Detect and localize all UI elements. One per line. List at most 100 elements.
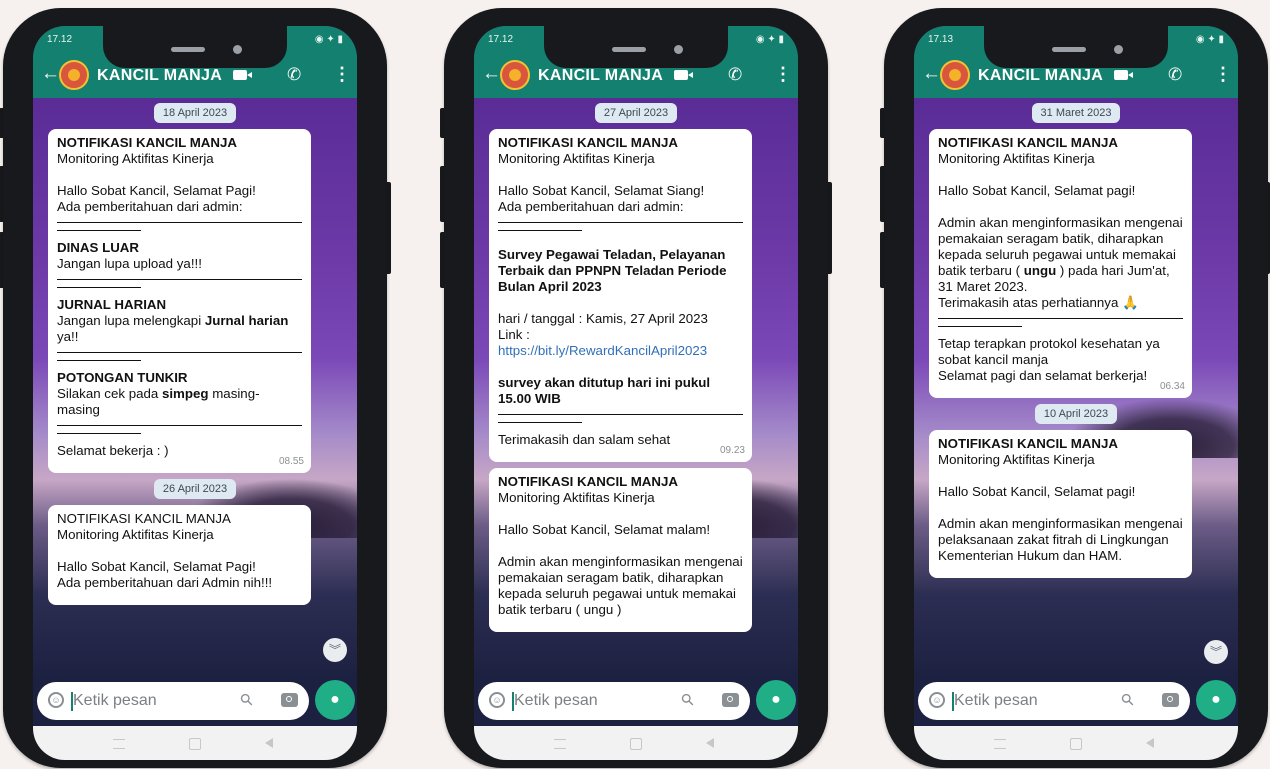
notch (103, 26, 287, 68)
message-list: 27 April 2023 NOTIFIKASI KANCIL MANJA Mo… (474, 98, 798, 638)
attach-icon[interactable]: ⚲ (236, 689, 258, 711)
message-bubble[interactable]: NOTIFIKASI KANCIL MANJA Monitoring Aktif… (489, 468, 752, 632)
message-date-line: hari / tanggal : Kamis, 27 April 2023 (498, 311, 708, 326)
message-list: 18 April 2023 NOTIFIKASI KANCIL MANJA Mo… (33, 98, 357, 611)
chat-area[interactable]: 18 April 2023 NOTIFIKASI KANCIL MANJA Mo… (33, 98, 357, 676)
nav-home-icon[interactable] (630, 738, 642, 750)
scroll-down-icon[interactable]: ︾ (323, 638, 347, 662)
phone-call-icon[interactable]: ✆ (728, 65, 742, 85)
message-bubble[interactable]: NOTIFIKASI KANCIL MANJA Monitoring Aktif… (929, 129, 1192, 398)
phone-3: 17.13 ◉ ✦ ▮ ← KANCIL MANJA ✆ ⋮ 31 Maret … (880, 8, 1270, 768)
avatar[interactable] (940, 60, 970, 90)
more-options-icon[interactable]: ⋮ (333, 64, 351, 85)
survey-link-anchor[interactable]: https://bit.ly/RewardKancilApril2023 (498, 343, 707, 358)
section-heading: DINAS LUAR (57, 240, 139, 255)
divider (938, 326, 1022, 327)
phone-1: 17.12 ◉ ✦ ▮ ← KANCIL MANJA ✆ ⋮ 18 April … (0, 8, 391, 768)
nav-home-icon[interactable] (189, 738, 201, 750)
chat-area[interactable]: 31 Maret 2023 NOTIFIKASI KANCIL MANJA Mo… (914, 98, 1238, 676)
status-time: 17.12 (47, 34, 73, 45)
divider (57, 425, 302, 426)
back-arrow-icon[interactable]: ← (482, 64, 501, 84)
message-title: NOTIFIKASI KANCIL MANJA (498, 135, 679, 150)
video-call-icon[interactable] (1114, 70, 1133, 80)
back-arrow-icon[interactable]: ← (41, 64, 60, 84)
camera-icon[interactable] (281, 693, 298, 707)
message-bubble[interactable]: NOTIFIKASI KANCIL MANJA Monitoring Aktif… (48, 129, 311, 473)
mic-icon[interactable]: ● (756, 680, 796, 720)
avatar[interactable] (59, 60, 89, 90)
message-body: Admin akan menginformasikan mengenai pem… (938, 215, 1183, 295)
emoji-icon[interactable]: ☺ (929, 692, 945, 708)
mic-icon[interactable]: ● (315, 680, 355, 720)
more-options-icon[interactable]: ⋮ (1214, 64, 1232, 85)
section-text: Silakan cek pada simpeg masing-masing (57, 386, 302, 418)
attach-icon[interactable]: ⚲ (1117, 689, 1139, 711)
back-arrow-icon[interactable]: ← (922, 64, 941, 84)
attach-icon[interactable]: ⚲ (677, 689, 699, 711)
scroll-down-icon[interactable]: ︾ (1204, 640, 1228, 664)
message-deadline: survey akan ditutup hari ini pukul 15.00… (498, 375, 711, 406)
message-input[interactable]: ☺ Ketik pesan ⚲ (478, 682, 750, 720)
message-subtitle: Monitoring Aktifitas Kinerja (938, 151, 1095, 166)
phone-call-icon[interactable]: ✆ (1168, 65, 1182, 85)
phone-screen: 17.13 ◉ ✦ ▮ ← KANCIL MANJA ✆ ⋮ 31 Maret … (914, 26, 1238, 760)
contact-name[interactable]: KANCIL MANJA (538, 67, 663, 85)
message-list: 31 Maret 2023 NOTIFIKASI KANCIL MANJA Mo… (914, 98, 1238, 584)
input-placeholder: Ketik pesan (71, 692, 157, 711)
nav-home-icon[interactable] (1070, 738, 1082, 750)
message-title: NOTIFIKASI KANCIL MANJA (498, 474, 679, 489)
nav-menu-icon[interactable] (994, 739, 1006, 749)
camera-icon[interactable] (722, 693, 739, 707)
nav-menu-icon[interactable] (554, 739, 566, 749)
message-subtitle: Monitoring Aktifitas Kinerja (498, 490, 655, 505)
front-camera (1114, 45, 1123, 54)
message-time: 08.55 (278, 456, 304, 467)
status-icons: ◉ ✦ ▮ (755, 34, 784, 45)
emoji-icon[interactable]: ☺ (489, 692, 505, 708)
section-text: Jangan lupa melengkapi Jurnal harian ya!… (57, 313, 302, 345)
message-greeting: Hallo Sobat Kancil, Selamat malam! (498, 522, 711, 537)
message-input[interactable]: ☺ Ketik pesan ⚲ (918, 682, 1190, 720)
message-subtitle: Monitoring Aktifitas Kinerja (57, 527, 214, 542)
message-input[interactable]: ☺ Ketik pesan ⚲ (37, 682, 309, 720)
emoji-icon[interactable]: ☺ (48, 692, 64, 708)
notch (544, 26, 728, 68)
contact-name[interactable]: KANCIL MANJA (97, 67, 222, 85)
speaker-slot (171, 47, 205, 52)
message-closing: Terimakasih dan salam sehat (498, 432, 671, 447)
speaker-slot (612, 47, 646, 52)
message-greeting: Hallo Sobat Kancil, Selamat Pagi! (57, 559, 256, 574)
message-bubble[interactable]: NOTIFIKASI KANCIL MANJA Monitoring Aktif… (489, 129, 752, 462)
message-thanks: Terimakasih atas perhatiannya 🙏 (938, 295, 1139, 310)
nav-menu-icon[interactable] (113, 739, 125, 749)
divider (57, 360, 141, 361)
message-greeting: Hallo Sobat Kancil, Selamat Pagi! (57, 183, 256, 198)
message-subtitle: Monitoring Aktifitas Kinerja (938, 452, 1095, 467)
message-bubble[interactable]: NOTIFIKASI KANCIL MANJA Monitoring Aktif… (929, 430, 1192, 578)
contact-name[interactable]: KANCIL MANJA (978, 67, 1103, 85)
divider (57, 287, 141, 288)
camera-icon[interactable] (1162, 693, 1179, 707)
video-call-icon[interactable] (233, 70, 252, 80)
avatar[interactable] (500, 60, 530, 90)
composer: ☺ Ketik pesan ⚲ ● (33, 676, 357, 726)
more-options-icon[interactable]: ⋮ (774, 64, 792, 85)
message-intro: Ada pemberitahuan dari Admin nih!!! (57, 575, 273, 590)
phone-call-icon[interactable]: ✆ (287, 65, 301, 85)
date-chip: 27 April 2023 (594, 103, 678, 123)
system-nav-bar (474, 726, 798, 760)
message-bubble[interactable]: NOTIFIKASI KANCIL MANJA Monitoring Aktif… (48, 505, 311, 605)
nav-back-icon[interactable] (265, 738, 273, 748)
nav-back-icon[interactable] (1146, 738, 1154, 748)
divider (57, 279, 302, 280)
nav-back-icon[interactable] (706, 738, 714, 748)
mic-icon[interactable]: ● (1196, 680, 1236, 720)
chat-area[interactable]: 27 April 2023 NOTIFIKASI KANCIL MANJA Mo… (474, 98, 798, 676)
status-time: 17.12 (488, 34, 514, 45)
video-call-icon[interactable] (674, 70, 693, 80)
message-time: 09.23 (719, 445, 745, 456)
bold-run: ungu (1023, 263, 1057, 278)
front-camera (674, 45, 683, 54)
message-intro: Ada pemberitahuan dari admin: (57, 199, 243, 214)
